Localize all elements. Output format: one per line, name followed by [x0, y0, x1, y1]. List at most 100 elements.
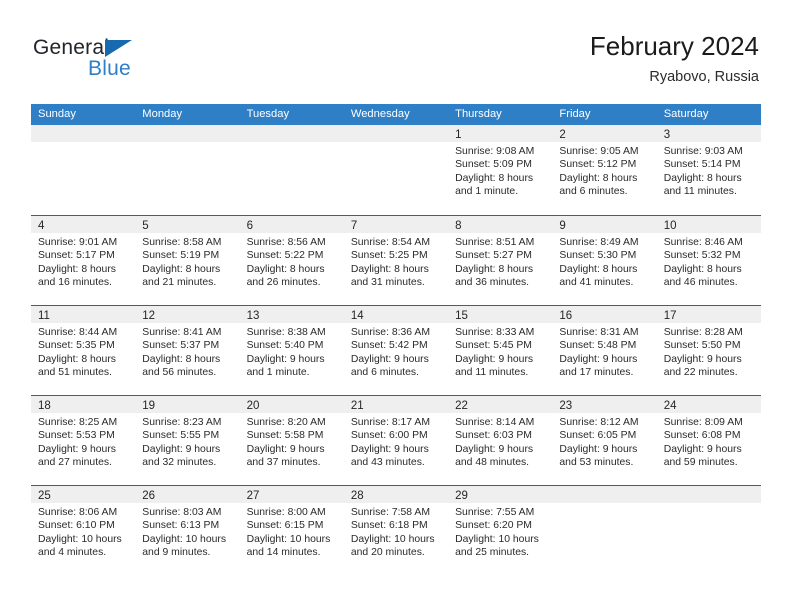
day-detail-line: Sunset: 5:58 PM: [246, 430, 324, 442]
calendar-day-cell[interactable]: 2 Sunrise: 9:05 AM Sunset: 5:12 PM Daylight…: [552, 125, 657, 215]
calendar-day-cell[interactable]: 12 Sunrise: 8:41 AM Sunset: 5:37 PM Dayligh…: [135, 306, 240, 395]
weekday-header-friday: Friday: [559, 108, 591, 120]
calendar-day-cell[interactable]: 13 Sunrise: 8:38 AM Sunset: 5:40 PM Dayligh…: [239, 306, 344, 395]
calendar-day-cell-empty: [343, 125, 449, 215]
weekday-header-sunday: Sunday: [38, 108, 76, 120]
calendar-day-cell[interactable]: 11 Sunrise: 8:44 AM Sunset: 5:35 PM Dayligh…: [31, 306, 136, 395]
day-number-band: 25: [31, 486, 136, 503]
calendar-day-cell[interactable]: 3 Sunrise: 9:03 AM Sunset: 5:14 PM Daylight…: [656, 125, 761, 215]
day-details: Sunrise: 8:20 AM Sunset: 5:58 PM Daylight:…: [240, 413, 344, 470]
day-detail-line: Daylight: 9 hours: [246, 443, 325, 455]
day-detail-line: Sunset: 5:09 PM: [455, 159, 532, 171]
day-number: 9: [559, 220, 566, 232]
day-detail-line: Daylight: 9 hours: [350, 353, 429, 365]
day-detail-line: Daylight: 8 hours: [455, 172, 534, 184]
day-detail-line: and 53 minutes.: [559, 457, 634, 469]
day-number-band: [239, 125, 344, 142]
day-detail-line: and 51 minutes.: [38, 367, 112, 379]
day-details: Sunrise: 8:31 AM Sunset: 5:48 PM Daylight:…: [552, 323, 656, 380]
calendar-day-cell[interactable]: 7 Sunrise: 8:54 AM Sunset: 5:25 PM Daylight…: [343, 216, 449, 305]
calendar-day-cell[interactable]: 29 Sunrise: 7:55 AM Sunset: 6:20 PM Dayligh…: [448, 486, 553, 575]
day-detail-line: Sunrise: 8:12 AM: [559, 417, 639, 428]
brand-logo[interactable]: General Blue: [33, 36, 263, 86]
day-number: 29: [455, 490, 468, 502]
day-number-band: 11: [31, 306, 136, 323]
calendar-day-cell[interactable]: 17 Sunrise: 8:28 AM Sunset: 5:50 PM Dayligh…: [656, 306, 761, 395]
calendar-day-cell[interactable]: 20 Sunrise: 8:20 AM Sunset: 5:58 PM Dayligh…: [239, 396, 344, 485]
calendar-day-cell[interactable]: 9 Sunrise: 8:49 AM Sunset: 5:30 PM Daylight…: [552, 216, 657, 305]
page-title: February 2024: [589, 31, 759, 61]
day-number: 14: [350, 310, 364, 322]
day-number-band: 10: [656, 216, 761, 233]
day-number-band: 17: [656, 306, 761, 323]
day-detail-line: Sunset: 5:19 PM: [142, 250, 220, 262]
day-detail-line: Sunset: 5:55 PM: [142, 430, 220, 442]
day-number: 17: [663, 310, 677, 322]
day-details: Sunrise: 8:33 AM Sunset: 5:45 PM Daylight:…: [448, 323, 552, 380]
day-details: [552, 503, 656, 506]
day-number-band: 14: [343, 306, 449, 323]
calendar-day-cell[interactable]: 15 Sunrise: 8:33 AM Sunset: 5:45 PM Dayligh…: [448, 306, 553, 395]
calendar-day-cell[interactable]: 26 Sunrise: 8:03 AM Sunset: 6:13 PM Dayligh…: [135, 486, 240, 575]
day-number-band: 6: [239, 216, 344, 233]
day-detail-line: and 22 minutes.: [663, 367, 738, 379]
day-number: 4: [38, 220, 45, 232]
calendar-day-cell[interactable]: 4 Sunrise: 9:01 AM Sunset: 5:17 PM Daylight…: [31, 216, 136, 305]
day-number-band: 7: [343, 216, 449, 233]
day-detail-line: Sunrise: 8:38 AM: [246, 327, 326, 338]
weekday-header-monday: Monday: [142, 108, 183, 120]
calendar-day-cell[interactable]: 10 Sunrise: 8:46 AM Sunset: 5:32 PM Dayligh…: [656, 216, 761, 305]
day-detail-line: Sunset: 5:27 PM: [455, 250, 532, 262]
calendar-day-cell[interactable]: 5 Sunrise: 8:58 AM Sunset: 5:19 PM Daylight…: [135, 216, 240, 305]
day-number: 25: [38, 490, 51, 502]
day-detail-line: and 32 minutes.: [142, 457, 217, 469]
calendar-day-cell[interactable]: 1 Sunrise: 9:08 AM Sunset: 5:09 PM Daylight…: [448, 125, 553, 215]
calendar-day-cell[interactable]: 24 Sunrise: 8:09 AM Sunset: 6:08 PM Dayligh…: [656, 396, 761, 485]
day-number-band: 18: [31, 396, 136, 413]
calendar-day-cell[interactable]: 16 Sunrise: 8:31 AM Sunset: 5:48 PM Dayligh…: [552, 306, 657, 395]
day-detail-line: and 21 minutes.: [142, 277, 217, 289]
calendar-day-cell[interactable]: 28 Sunrise: 7:58 AM Sunset: 6:18 PM Dayligh…: [343, 486, 449, 575]
day-number-band: 5: [135, 216, 240, 233]
day-details: [31, 142, 135, 145]
calendar-day-cell-empty: [135, 125, 240, 215]
calendar-day-cell[interactable]: 21 Sunrise: 8:17 AM Sunset: 6:00 PM Dayligh…: [343, 396, 449, 485]
calendar-day-cell[interactable]: 22 Sunrise: 8:14 AM Sunset: 6:03 PM Dayligh…: [448, 396, 553, 485]
calendar-day-cell-empty: [656, 486, 761, 575]
day-detail-line: and 56 minutes.: [142, 367, 217, 379]
calendar-page: General Blue February 2024 Ryabovo, Russ…: [0, 0, 792, 612]
day-details: Sunrise: 8:44 AM Sunset: 5:35 PM Daylight:…: [31, 323, 135, 380]
day-details: Sunrise: 8:56 AM Sunset: 5:22 PM Daylight:…: [240, 233, 344, 290]
day-detail-line: Daylight: 9 hours: [663, 353, 742, 365]
day-detail-line: Daylight: 9 hours: [559, 443, 638, 455]
calendar-day-cell[interactable]: 23 Sunrise: 8:12 AM Sunset: 6:05 PM Dayligh…: [552, 396, 657, 485]
calendar-day-cell[interactable]: 14 Sunrise: 8:36 AM Sunset: 5:42 PM Dayligh…: [343, 306, 449, 395]
calendar-day-cell[interactable]: 27 Sunrise: 8:00 AM Sunset: 6:15 PM Dayligh…: [239, 486, 344, 575]
calendar-day-cell[interactable]: 6 Sunrise: 8:56 AM Sunset: 5:22 PM Daylight…: [239, 216, 344, 305]
day-number-band: 2: [552, 125, 657, 142]
day-detail-line: Daylight: 8 hours: [142, 353, 221, 365]
day-number-band: [552, 486, 657, 503]
day-details: Sunrise: 9:08 AM Sunset: 5:09 PM Daylight:…: [448, 142, 552, 199]
day-detail-line: and 37 minutes.: [246, 457, 321, 469]
day-detail-line: Sunset: 5:53 PM: [38, 430, 115, 442]
day-detail-line: Sunset: 6:08 PM: [663, 430, 741, 442]
day-number-band: 29: [448, 486, 553, 503]
day-detail-line: and 59 minutes.: [663, 457, 738, 469]
calendar-day-cell[interactable]: 25 Sunrise: 8:06 AM Sunset: 6:10 PM Dayligh…: [31, 486, 136, 575]
day-number-band: 12: [135, 306, 240, 323]
day-detail-line: Sunrise: 8:56 AM: [246, 237, 326, 248]
day-detail-line: and 4 minutes.: [38, 547, 107, 559]
day-detail-line: Sunrise: 7:55 AM: [455, 507, 535, 518]
calendar-day-cell[interactable]: 19 Sunrise: 8:23 AM Sunset: 5:55 PM Dayligh…: [135, 396, 240, 485]
calendar-day-cell[interactable]: 18 Sunrise: 8:25 AM Sunset: 5:53 PM Dayligh…: [31, 396, 136, 485]
calendar-day-cell-empty: [552, 486, 657, 575]
day-detail-line: Daylight: 10 hours: [246, 533, 331, 545]
day-details: Sunrise: 7:55 AM Sunset: 6:20 PM Daylight:…: [448, 503, 552, 560]
day-detail-line: Sunrise: 8:41 AM: [142, 327, 222, 338]
day-detail-line: Sunset: 6:05 PM: [559, 430, 637, 442]
day-number-band: 20: [239, 396, 344, 413]
day-number: 13: [246, 310, 260, 322]
day-detail-line: Sunrise: 8:09 AM: [663, 417, 743, 428]
calendar-day-cell[interactable]: 8 Sunrise: 8:51 AM Sunset: 5:27 PM Daylight…: [448, 216, 553, 305]
